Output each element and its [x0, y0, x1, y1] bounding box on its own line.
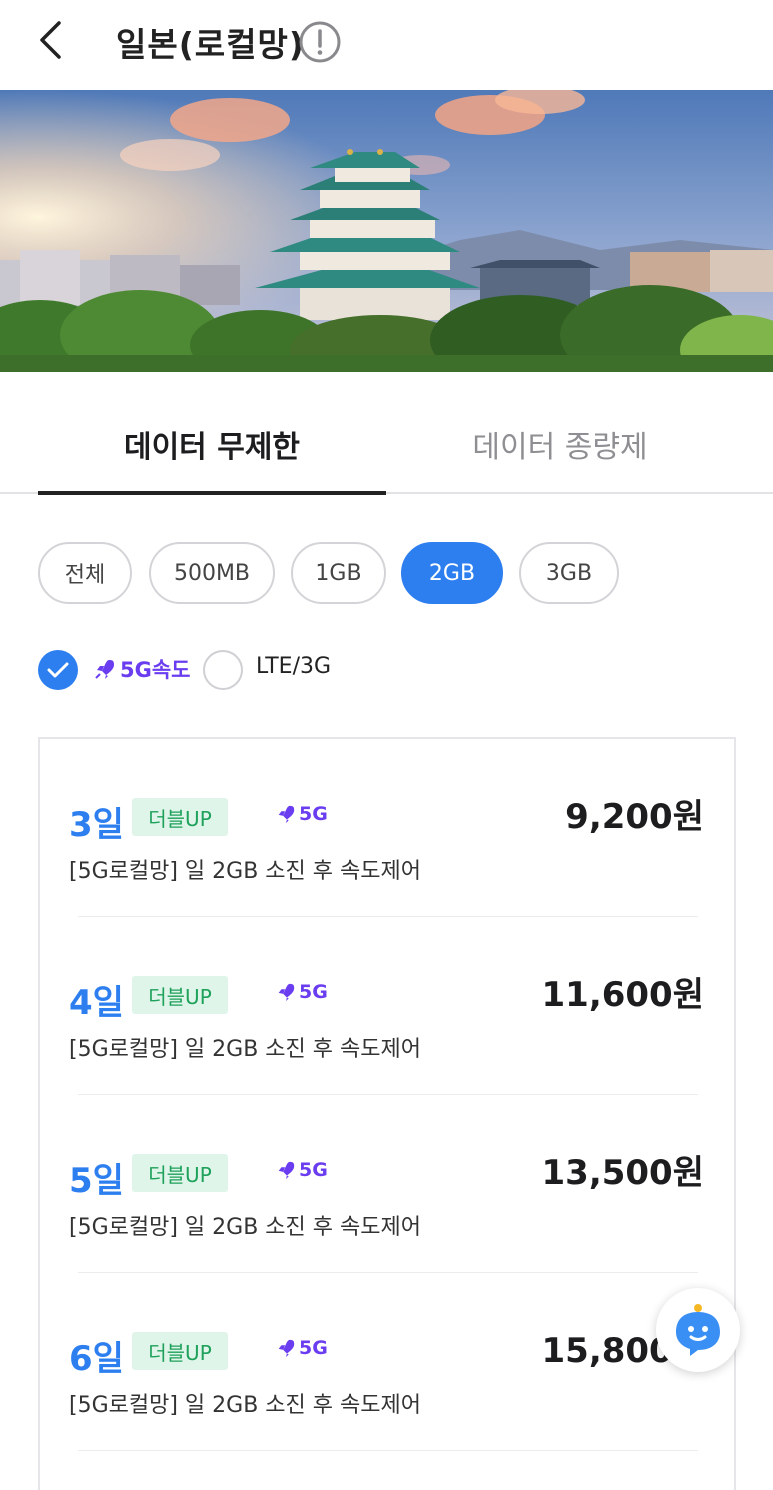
fiveg-tag-text: 5G: [299, 981, 328, 1003]
fiveg-tag: 5G: [276, 981, 328, 1003]
product-description: [5G로컬망] 일 2GB 소진 후 속도제어: [69, 1215, 421, 1240]
back-button[interactable]: [28, 14, 72, 66]
chatbot-button[interactable]: [656, 1288, 740, 1372]
product-description: [5G로컬망] 일 2GB 소진 후 속도제어: [69, 859, 421, 884]
rocket-icon: [95, 660, 114, 679]
lte-label: LTE/3G: [256, 654, 332, 679]
product-list: 3일 더블UP 5G 9,200원 [5G로컬망] 일 2GB 소진 후 속도제…: [38, 737, 736, 1490]
network-filter: 5G속도 LTE/3G: [38, 648, 538, 692]
chatbot-face-icon: [676, 1304, 720, 1356]
product-item[interactable]: 5일 더블UP 5G 13,500원 [5G로컬망] 일 2GB 소진 후 속도…: [40, 1095, 734, 1273]
fiveg-checkbox[interactable]: [38, 650, 78, 690]
item-divider: [78, 1450, 698, 1451]
lte-checkbox[interactable]: [203, 650, 243, 690]
rocket-icon: [278, 983, 295, 1002]
plan-tabs: 데이터 무제한 데이터 종량제: [0, 372, 773, 497]
double-up-badge: 더블UP: [132, 1154, 228, 1192]
fiveg-tag: 5G: [276, 1337, 328, 1359]
chip-3gb[interactable]: 3GB: [519, 542, 619, 604]
chip-all[interactable]: 전체: [38, 542, 132, 604]
chevron-left-icon: [40, 21, 61, 59]
tab-metered-data[interactable]: 데이터 종량제: [386, 422, 734, 482]
fiveg-tag-text: 5G: [299, 1337, 328, 1359]
exclamation-circle-icon: [299, 21, 341, 63]
active-tab-indicator: [38, 491, 386, 495]
product-days: 3일: [69, 805, 124, 845]
chip-500mb[interactable]: 500MB: [149, 542, 275, 604]
app-header: 일본(로컬망): [0, 0, 773, 90]
product-price: 11,600원: [541, 975, 704, 1015]
product-days: 4일: [69, 983, 124, 1023]
rocket-icon: [278, 805, 295, 824]
castle-photo: [0, 90, 773, 372]
checkmark-icon: [47, 662, 69, 678]
fiveg-tag-text: 5G: [299, 1159, 328, 1181]
info-button[interactable]: [296, 18, 344, 66]
tab-unlimited-data[interactable]: 데이터 무제한: [38, 422, 386, 482]
fiveg-speed-label: 5G속도: [94, 654, 191, 684]
page-title: 일본(로컬망): [116, 25, 305, 64]
fiveg-tag: 5G: [276, 1159, 328, 1181]
rocket-icon: [278, 1339, 295, 1358]
fiveg-label-text: 5G속도: [120, 658, 191, 682]
data-size-filter: 전체 500MB 1GB 2GB 3GB: [0, 540, 773, 606]
chip-1gb[interactable]: 1GB: [291, 542, 386, 604]
product-description: [5G로컬망] 일 2GB 소진 후 속도제어: [69, 1037, 421, 1062]
fiveg-tag-text: 5G: [299, 803, 328, 825]
product-price: 9,200원: [565, 797, 704, 837]
product-price: 13,500원: [541, 1153, 704, 1193]
fiveg-tag: 5G: [276, 803, 328, 825]
double-up-badge: 더블UP: [132, 798, 228, 836]
product-description: [5G로컬망] 일 2GB 소진 후 속도제어: [69, 1393, 421, 1418]
chip-2gb[interactable]: 2GB: [401, 542, 503, 604]
product-item[interactable]: 3일 더블UP 5G 9,200원 [5G로컬망] 일 2GB 소진 후 속도제…: [40, 739, 734, 917]
double-up-badge: 더블UP: [132, 976, 228, 1014]
rocket-icon: [278, 1161, 295, 1180]
product-days: 6일: [69, 1339, 124, 1379]
product-item[interactable]: 4일 더블UP 5G 11,600원 [5G로컬망] 일 2GB 소진 후 속도…: [40, 917, 734, 1095]
product-item[interactable]: 6일 더블UP 5G 15,800원 [5G로컬망] 일 2GB 소진 후 속도…: [40, 1273, 734, 1451]
hero-image: [0, 90, 773, 372]
product-days: 5일: [69, 1161, 124, 1201]
double-up-badge: 더블UP: [132, 1332, 228, 1370]
